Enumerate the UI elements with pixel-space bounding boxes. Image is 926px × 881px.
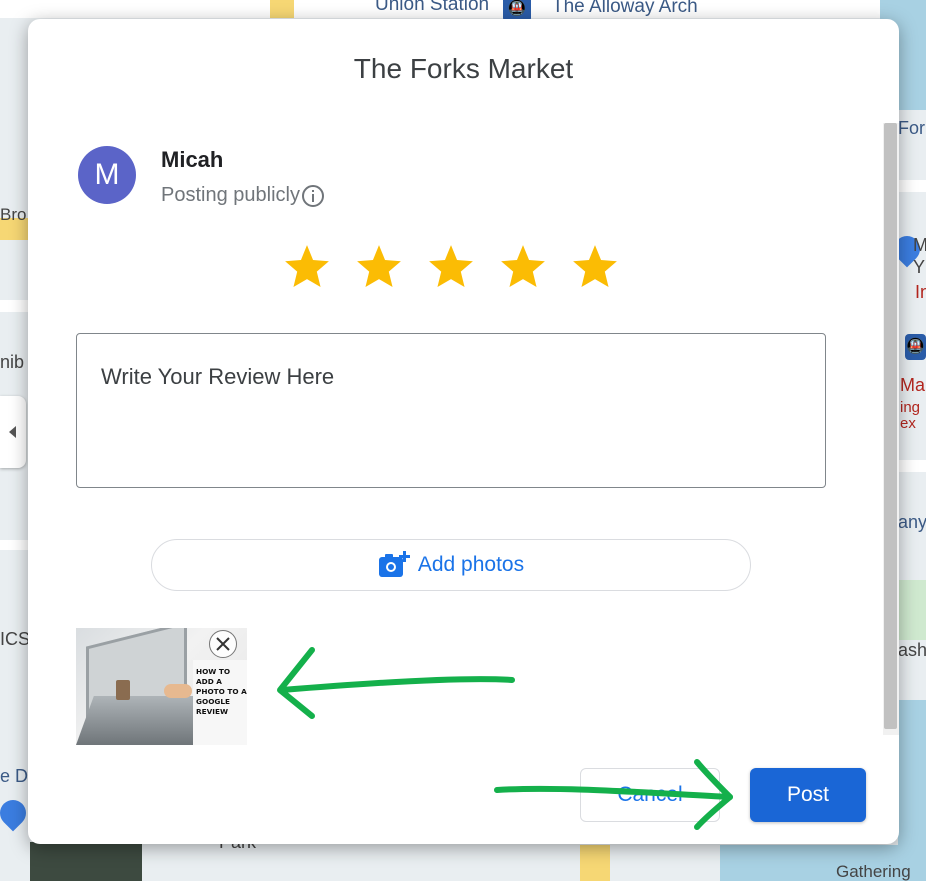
star-5-icon[interactable] — [570, 241, 620, 291]
map-label-in: In — [915, 282, 926, 302]
map-label-mar: Mar — [900, 375, 926, 395]
star-rating — [282, 241, 620, 291]
map-label-y: Y — [913, 257, 926, 277]
photo-cup — [116, 680, 130, 700]
add-photos-button[interactable]: Add photos — [151, 539, 751, 591]
user-name: Micah — [161, 147, 224, 172]
map-label-nib: nib — [0, 352, 25, 372]
map-park — [898, 580, 926, 640]
star-3-icon[interactable] — [426, 241, 476, 291]
bus-stop-icon: 🚇 — [905, 334, 926, 360]
map-road — [0, 300, 28, 312]
star-1-icon[interactable] — [282, 241, 332, 291]
photo-caption: HOW TO ADD A PHOTO TO A GOOGLE REVIEW — [196, 667, 247, 716]
star-2-icon[interactable] — [354, 241, 404, 291]
posting-status-text: Posting publicly — [161, 184, 300, 206]
map-label-forks: Fork — [898, 118, 926, 138]
review-placeholder: Write Your Review Here — [101, 364, 335, 389]
posting-status: Posting publicly — [161, 184, 324, 207]
close-icon — [216, 637, 230, 651]
review-dialog: The Forks Market M Micah Posting publicl… — [28, 19, 899, 844]
post-button[interactable]: Post — [750, 768, 866, 822]
photo-hand — [164, 684, 192, 698]
map-pin-icon — [0, 794, 32, 832]
map-road — [0, 540, 28, 550]
map-label-ash: ash — [898, 640, 926, 660]
cancel-button[interactable]: Cancel — [580, 768, 720, 822]
avatar: M — [78, 146, 136, 204]
map-label-ics: ICS — [0, 629, 31, 649]
map-road — [898, 460, 926, 472]
chevron-left-icon — [9, 426, 16, 438]
remove-photo-button[interactable] — [209, 630, 237, 658]
map-label-union-station: Union Station — [375, 0, 490, 15]
map-label-alloway-arch: The Alloway Arch — [552, 0, 698, 17]
map-label-street: Bro — [0, 205, 27, 224]
collapse-side-panel-button[interactable] — [0, 396, 26, 468]
map-label-ex: ex — [900, 415, 916, 432]
map-road — [898, 180, 926, 192]
add-photos-label: Add photos — [417, 553, 525, 576]
review-textarea[interactable]: Write Your Review Here — [76, 333, 826, 488]
star-4-icon[interactable] — [498, 241, 548, 291]
info-icon[interactable] — [301, 184, 324, 207]
map-label-gathering: Gathering — [836, 862, 911, 881]
add-photo-icon — [378, 551, 410, 577]
dialog-title: The Forks Market — [353, 53, 574, 84]
map-street-view-thumbnail[interactable] — [30, 842, 142, 881]
map-label-any: any — [898, 512, 926, 532]
scrollbar-thumb[interactable] — [884, 123, 897, 729]
map-label-ing: ing — [900, 399, 921, 416]
map-label-m: M — [913, 235, 926, 255]
map-road-highway — [580, 845, 610, 881]
map-road-highway — [270, 0, 294, 18]
